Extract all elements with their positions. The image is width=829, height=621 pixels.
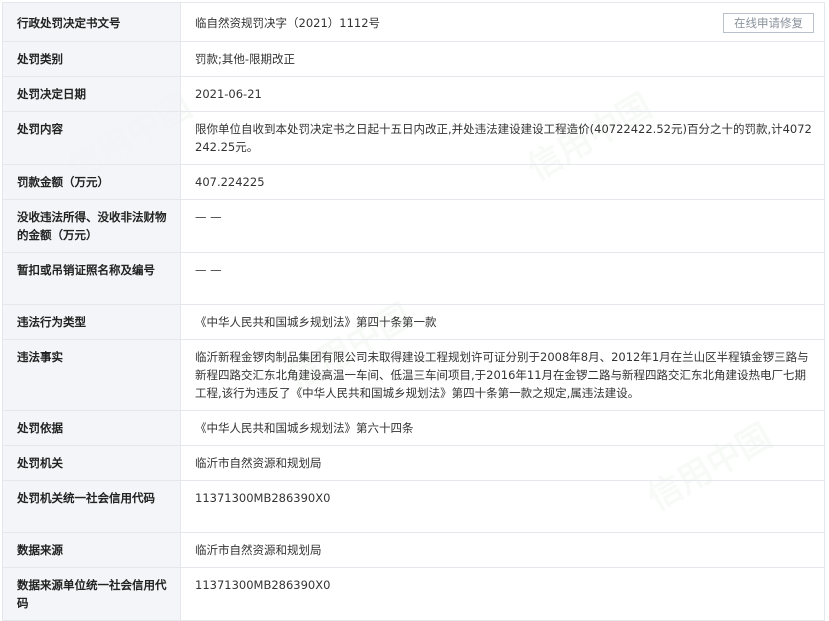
row-label: 处罚决定日期 (2, 76, 181, 112)
table-row: 暂扣或吊销证照名称及编号 — — (2, 252, 825, 305)
penalty-detail-table: 行政处罚决定书文号 临自然资规罚决字（2021）1112号 在线申请修复 处罚类… (2, 2, 825, 621)
row-value: 《中华人民共和国城乡规划法》第四十条第一款 (180, 304, 825, 340)
table-row: 处罚机关统一社会信用代码 11371300MB286390X0 (2, 480, 825, 533)
row-label: 暂扣或吊销证照名称及编号 (2, 252, 181, 305)
table-row: 处罚类别 罚款;其他-限期改正 (2, 41, 825, 77)
row-value: 临沂新程金锣肉制品集团有限公司未取得建设工程规划许可证分别于2008年8月、20… (180, 339, 825, 411)
table-row: 没收违法所得、没收非法财物的金额（万元） — — (2, 199, 825, 253)
row-label: 违法行为类型 (2, 304, 181, 340)
row-value: 临自然资规罚决字（2021）1112号 在线申请修复 (180, 2, 825, 42)
online-fix-button[interactable]: 在线申请修复 (723, 13, 814, 33)
row-value: 罚款;其他-限期改正 (180, 41, 825, 77)
row-value: 11371300MB286390X0 (180, 567, 825, 621)
row-value: — — (180, 252, 825, 305)
table-row: 违法事实 临沂新程金锣肉制品集团有限公司未取得建设工程规划许可证分别于2008年… (2, 339, 825, 411)
decision-number: 临自然资规罚决字（2021）1112号 (195, 16, 381, 30)
row-value: 临沂市自然资源和规划局 (180, 445, 825, 481)
row-label: 处罚机关 (2, 445, 181, 481)
row-value: 临沂市自然资源和规划局 (180, 532, 825, 568)
table-row: 罚款金额（万元） 407.224225 (2, 164, 825, 200)
row-value: 《中华人民共和国城乡规划法》第六十四条 (180, 410, 825, 446)
table-row: 违法行为类型 《中华人民共和国城乡规划法》第四十条第一款 (2, 304, 825, 340)
row-value: 限你单位自收到本处罚决定书之日起十五日内改正,并处违法建设建设工程造价(4072… (180, 111, 825, 165)
row-value: 2021-06-21 (180, 76, 825, 112)
table-row: 处罚依据 《中华人民共和国城乡规划法》第六十四条 (2, 410, 825, 446)
row-value: 11371300MB286390X0 (180, 480, 825, 533)
row-value: — — (180, 199, 825, 253)
table-row: 数据来源单位统一社会信用代码 11371300MB286390X0 (2, 567, 825, 621)
table-row: 处罚决定日期 2021-06-21 (2, 76, 825, 112)
table-row: 数据来源 临沂市自然资源和规划局 (2, 532, 825, 568)
row-label: 数据来源单位统一社会信用代码 (2, 567, 181, 621)
row-label: 违法事实 (2, 339, 181, 411)
row-label: 处罚内容 (2, 111, 181, 165)
table-row: 处罚机关 临沂市自然资源和规划局 (2, 445, 825, 481)
row-label: 处罚机关统一社会信用代码 (2, 480, 181, 533)
row-label: 数据来源 (2, 532, 181, 568)
row-label: 罚款金额（万元） (2, 164, 181, 200)
row-label: 没收违法所得、没收非法财物的金额（万元） (2, 199, 181, 253)
row-label: 处罚依据 (2, 410, 181, 446)
row-label: 行政处罚决定书文号 (2, 2, 181, 42)
row-label: 处罚类别 (2, 41, 181, 77)
table-row: 行政处罚决定书文号 临自然资规罚决字（2021）1112号 在线申请修复 (2, 2, 825, 42)
row-value: 407.224225 (180, 164, 825, 200)
table-row: 处罚内容 限你单位自收到本处罚决定书之日起十五日内改正,并处违法建设建设工程造价… (2, 111, 825, 165)
